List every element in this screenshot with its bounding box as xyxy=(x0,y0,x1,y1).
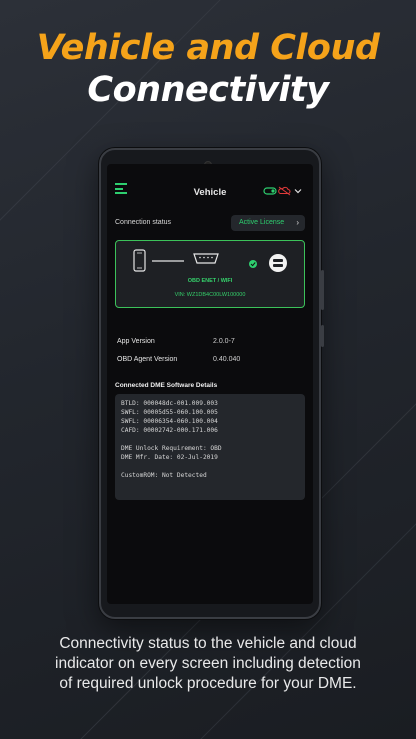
power-button xyxy=(321,325,324,347)
dme-line: CustomROM: Not Detected xyxy=(121,472,207,479)
dme-line: CAFD: 00002742-000.171.006 xyxy=(121,427,218,434)
adapter-type-label: OBD ENET / WIFI xyxy=(187,278,233,284)
dme-line: SWFL: 00005d55-060.100.005 xyxy=(121,409,218,416)
active-license-button[interactable]: Active License › xyxy=(231,215,305,231)
promo-title-line2: Connectivity xyxy=(87,70,329,110)
app-version-value: 2.0.0-7 xyxy=(213,338,235,345)
dme-line: ​ xyxy=(121,435,299,444)
active-license-label: Active License xyxy=(239,219,285,226)
caption-line: indicator on every screen including dete… xyxy=(55,655,361,672)
caption-line: of required unlock procedure for your DM… xyxy=(59,675,357,692)
check-icon xyxy=(249,260,257,268)
obd-agent-version-label: OBD Agent Version xyxy=(117,356,178,363)
promo-caption: Connectivity status to the vehicle and c… xyxy=(0,634,416,694)
dme-line: DME Unlock Requirement: OBD xyxy=(121,445,222,452)
chevron-down-icon xyxy=(294,189,302,194)
chevron-right-icon: › xyxy=(296,218,299,227)
volume-button xyxy=(321,270,324,310)
dme-line: SWFL: 00006354-060.100.004 xyxy=(121,418,218,425)
vin-label: VIN: WZ1DB4C00LW100000 xyxy=(174,292,246,298)
obd-agent-version-row: OBD Agent Version 0.40.040 xyxy=(117,356,307,363)
cloud-server-icon xyxy=(269,254,287,272)
cloud-disconnected-icon xyxy=(278,186,291,196)
app-bar: Vehicle xyxy=(107,164,313,200)
vehicle-link-icon xyxy=(263,187,277,195)
app-version-label: App Version xyxy=(117,338,155,345)
dme-details-box: BTLD: 000048dc-001.009.003 SWFL: 00005d5… xyxy=(115,394,305,500)
connection-status-label: Connection status xyxy=(115,219,172,226)
dme-line: DME Mfr. Date: 02-Jul-2019 xyxy=(121,454,218,461)
promo-title-line1: Vehicle and Cloud xyxy=(36,28,380,68)
obd-agent-version-value: 0.40.040 xyxy=(213,356,241,363)
app-version-row: App Version 2.0.0-7 xyxy=(117,338,307,345)
dme-line: BTLD: 000048dc-001.009.003 xyxy=(121,400,218,407)
obd-port-icon xyxy=(193,253,219,264)
phone-icon xyxy=(133,249,146,272)
dme-line: ​ xyxy=(121,462,299,471)
connection-status-row: Connection status Active License › xyxy=(115,215,305,231)
caption-line: Connectivity status to the vehicle and c… xyxy=(59,635,357,652)
connection-card: OBD ENET / WIFI VIN: WZ1DB4C00LW100000 xyxy=(115,240,305,308)
dme-section-title: Connected DME Software Details xyxy=(115,382,218,389)
phone-frame: Vehicle Connection status Active License xyxy=(99,148,324,619)
connection-status-indicator[interactable] xyxy=(263,186,303,196)
app-screen: Vehicle Connection status Active License xyxy=(107,164,313,604)
